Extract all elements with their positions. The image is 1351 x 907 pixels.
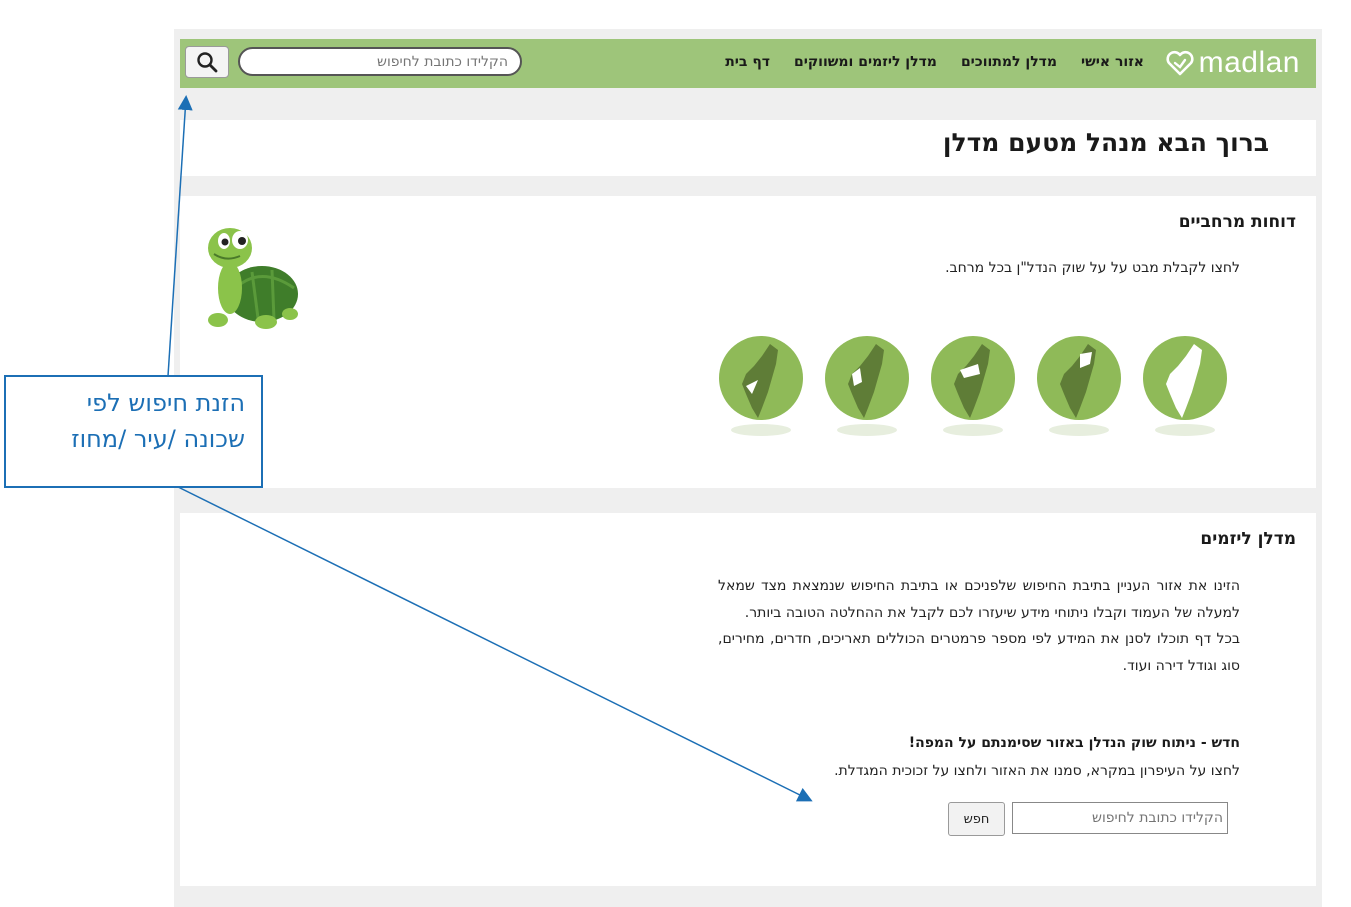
region-map-icon xyxy=(719,336,803,436)
developers-title: מדלן ליזמים xyxy=(1200,529,1296,549)
logo-text: madlan xyxy=(1198,46,1300,79)
regional-reports-title: דוחות מרחביים xyxy=(1178,212,1296,232)
callout-line-2: שכונה /עיר /מחוז xyxy=(71,425,245,453)
turtle-mascot xyxy=(208,228,298,329)
developers-paragraph-2: בכל דף תוכלו לסנן את המידע לפי מספר פרמט… xyxy=(718,631,1240,674)
annotation-callout: הזנת חיפוש לפי שכונה /עיר /מחוז xyxy=(4,375,263,488)
region-map-icon xyxy=(1143,336,1227,436)
madlan-logo[interactable]: madlan xyxy=(1165,46,1300,79)
developers-search-input[interactable] xyxy=(1012,802,1228,834)
callout-text: הזנת חיפוש לפי שכונה /עיר /מחוז xyxy=(71,385,245,457)
new-feature-description: לחצו על העיפרון במקרא, סמנו את האזור ולח… xyxy=(834,763,1240,779)
region-map-tel-aviv[interactable] xyxy=(930,334,1016,444)
region-map-icon xyxy=(825,336,909,436)
top-navbar: madlan דף בית מדלן ליזמים ומשווקים מדלן … xyxy=(180,39,1316,88)
nav-link-personal-area[interactable]: אזור אישי xyxy=(1081,54,1144,70)
new-feature-title: חדש - ניתוח שוק הנדלן באזור שסימנתם על ה… xyxy=(908,735,1240,751)
region-map-center[interactable] xyxy=(824,334,910,444)
region-map-icon xyxy=(1037,336,1121,436)
region-maps xyxy=(718,334,1230,444)
search-icon xyxy=(197,52,218,73)
header-search-input[interactable] xyxy=(238,47,522,76)
heart-logo-icon xyxy=(1166,50,1194,76)
nav-link-home[interactable]: דף בית xyxy=(725,54,770,70)
region-map-jerusalem[interactable] xyxy=(1036,334,1122,444)
nav-links: דף בית מדלן ליזמים ומשווקים מדלן למתווכי… xyxy=(725,54,1144,70)
welcome-card: ברוך הבא מנהל מטעם מדלן xyxy=(180,120,1316,176)
regional-reports-card: דוחות מרחביים לחצו לקבלת מבט על על שוק ה… xyxy=(180,196,1316,488)
developers-paragraph-1: הזינו את אזור העניין בתיבת החיפוש שלפניכ… xyxy=(718,578,1240,621)
developers-card: מדלן ליזמים הזינו את אזור העניין בתיבת ה… xyxy=(180,513,1316,886)
callout-line-1: הזנת חיפוש לפי xyxy=(86,389,245,417)
page-title: ברוך הבא מנהל מטעם מדלן xyxy=(942,128,1269,157)
region-map-north[interactable] xyxy=(718,334,804,444)
region-map-south[interactable] xyxy=(1142,334,1228,444)
regional-reports-description: לחצו לקבלת מבט על על שוק הנדל"ן בכל מרחב… xyxy=(945,260,1240,276)
region-map-icon xyxy=(931,336,1015,436)
nav-link-developers[interactable]: מדלן ליזמים ומשווקים xyxy=(794,54,937,70)
developers-body: הזינו את אזור העניין בתיבת החיפוש שלפניכ… xyxy=(718,573,1240,679)
developers-search-button[interactable]: חפש xyxy=(948,802,1005,836)
nav-link-brokers[interactable]: מדלן למתווכים xyxy=(961,54,1057,70)
header-search-button[interactable] xyxy=(185,46,229,78)
